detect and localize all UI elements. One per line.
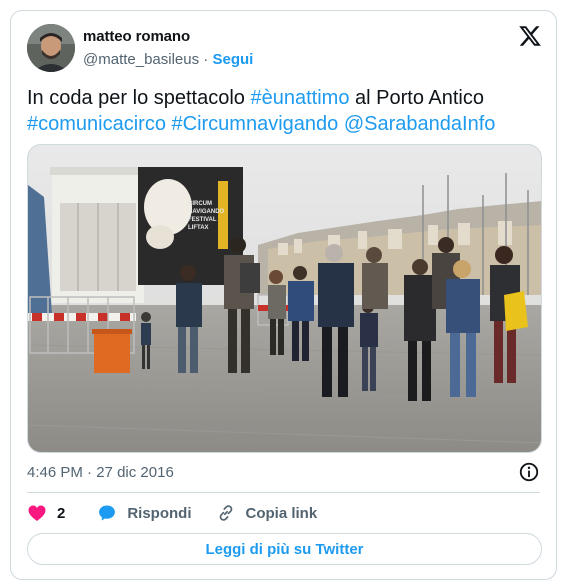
copy-link-button[interactable]: Copia link <box>216 503 318 523</box>
poster-text-3: FESTIVAL <box>188 217 217 223</box>
reply-button[interactable]: Rispondi <box>97 503 192 523</box>
avatar-photo <box>27 24 75 72</box>
poster-text-2: NAVIGANDO <box>188 209 225 215</box>
divider <box>27 492 540 493</box>
x-logo-icon[interactable] <box>518 24 542 48</box>
like-count: 2 <box>57 504 66 522</box>
queue-photo: CIRCUM NAVIGANDO FESTIVAL LIFTAX <box>28 145 541 452</box>
like-button[interactable]: 2 <box>27 503 65 523</box>
copy-link-label: Copia link <box>245 504 318 522</box>
action-bar: 2 Rispondi Copia link <box>27 502 317 524</box>
follow-button[interactable]: Segui <box>212 51 253 68</box>
author-name[interactable]: matteo romano <box>83 28 190 45</box>
tweet-photo[interactable]: CIRCUM NAVIGANDO FESTIVAL LIFTAX <box>27 144 542 453</box>
author-handle-row: @matte_basileus · Segui <box>83 51 253 68</box>
avatar[interactable] <box>27 24 75 72</box>
timestamp-separator: · <box>87 464 93 481</box>
author-handle[interactable]: @matte_basileus <box>83 51 199 68</box>
tweet-timestamp[interactable]: 4:46 PM · 27 dic 2016 <box>27 464 174 481</box>
tweet-date: 27 dic 2016 <box>96 464 174 481</box>
tweet-time: 4:46 PM <box>27 464 83 481</box>
read-more-button[interactable]: Leggi di più su Twitter <box>27 533 542 565</box>
hashtag-eunattimo[interactable]: #èunattimo <box>250 87 349 109</box>
tweet-text-plain: al Porto Antico <box>349 87 484 109</box>
hashtag-comunicacirco[interactable]: #comunicacirco <box>27 113 166 135</box>
handle-separator: · <box>203 51 209 68</box>
hashtag-circumnavigando[interactable]: #Circumnavigando <box>172 113 339 135</box>
reply-bubble-icon <box>99 505 116 521</box>
poster-text-4: LIFTAX <box>188 225 209 231</box>
tweet-card: matteo romano @matte_basileus · Segui In… <box>10 10 557 580</box>
tweet-text-plain: In coda per lo spettacolo <box>27 87 251 109</box>
info-icon[interactable] <box>518 461 540 483</box>
tweet-text: In coda per lo spettacolo #èunattimo al … <box>27 85 547 137</box>
reply-label: Rispondi <box>127 504 192 522</box>
poster-text-1: CIRCUM <box>188 201 212 207</box>
link-icon <box>219 505 232 521</box>
heart-icon <box>28 505 46 521</box>
mention-sarabandainfo[interactable]: @SarabandaInfo <box>344 113 496 135</box>
